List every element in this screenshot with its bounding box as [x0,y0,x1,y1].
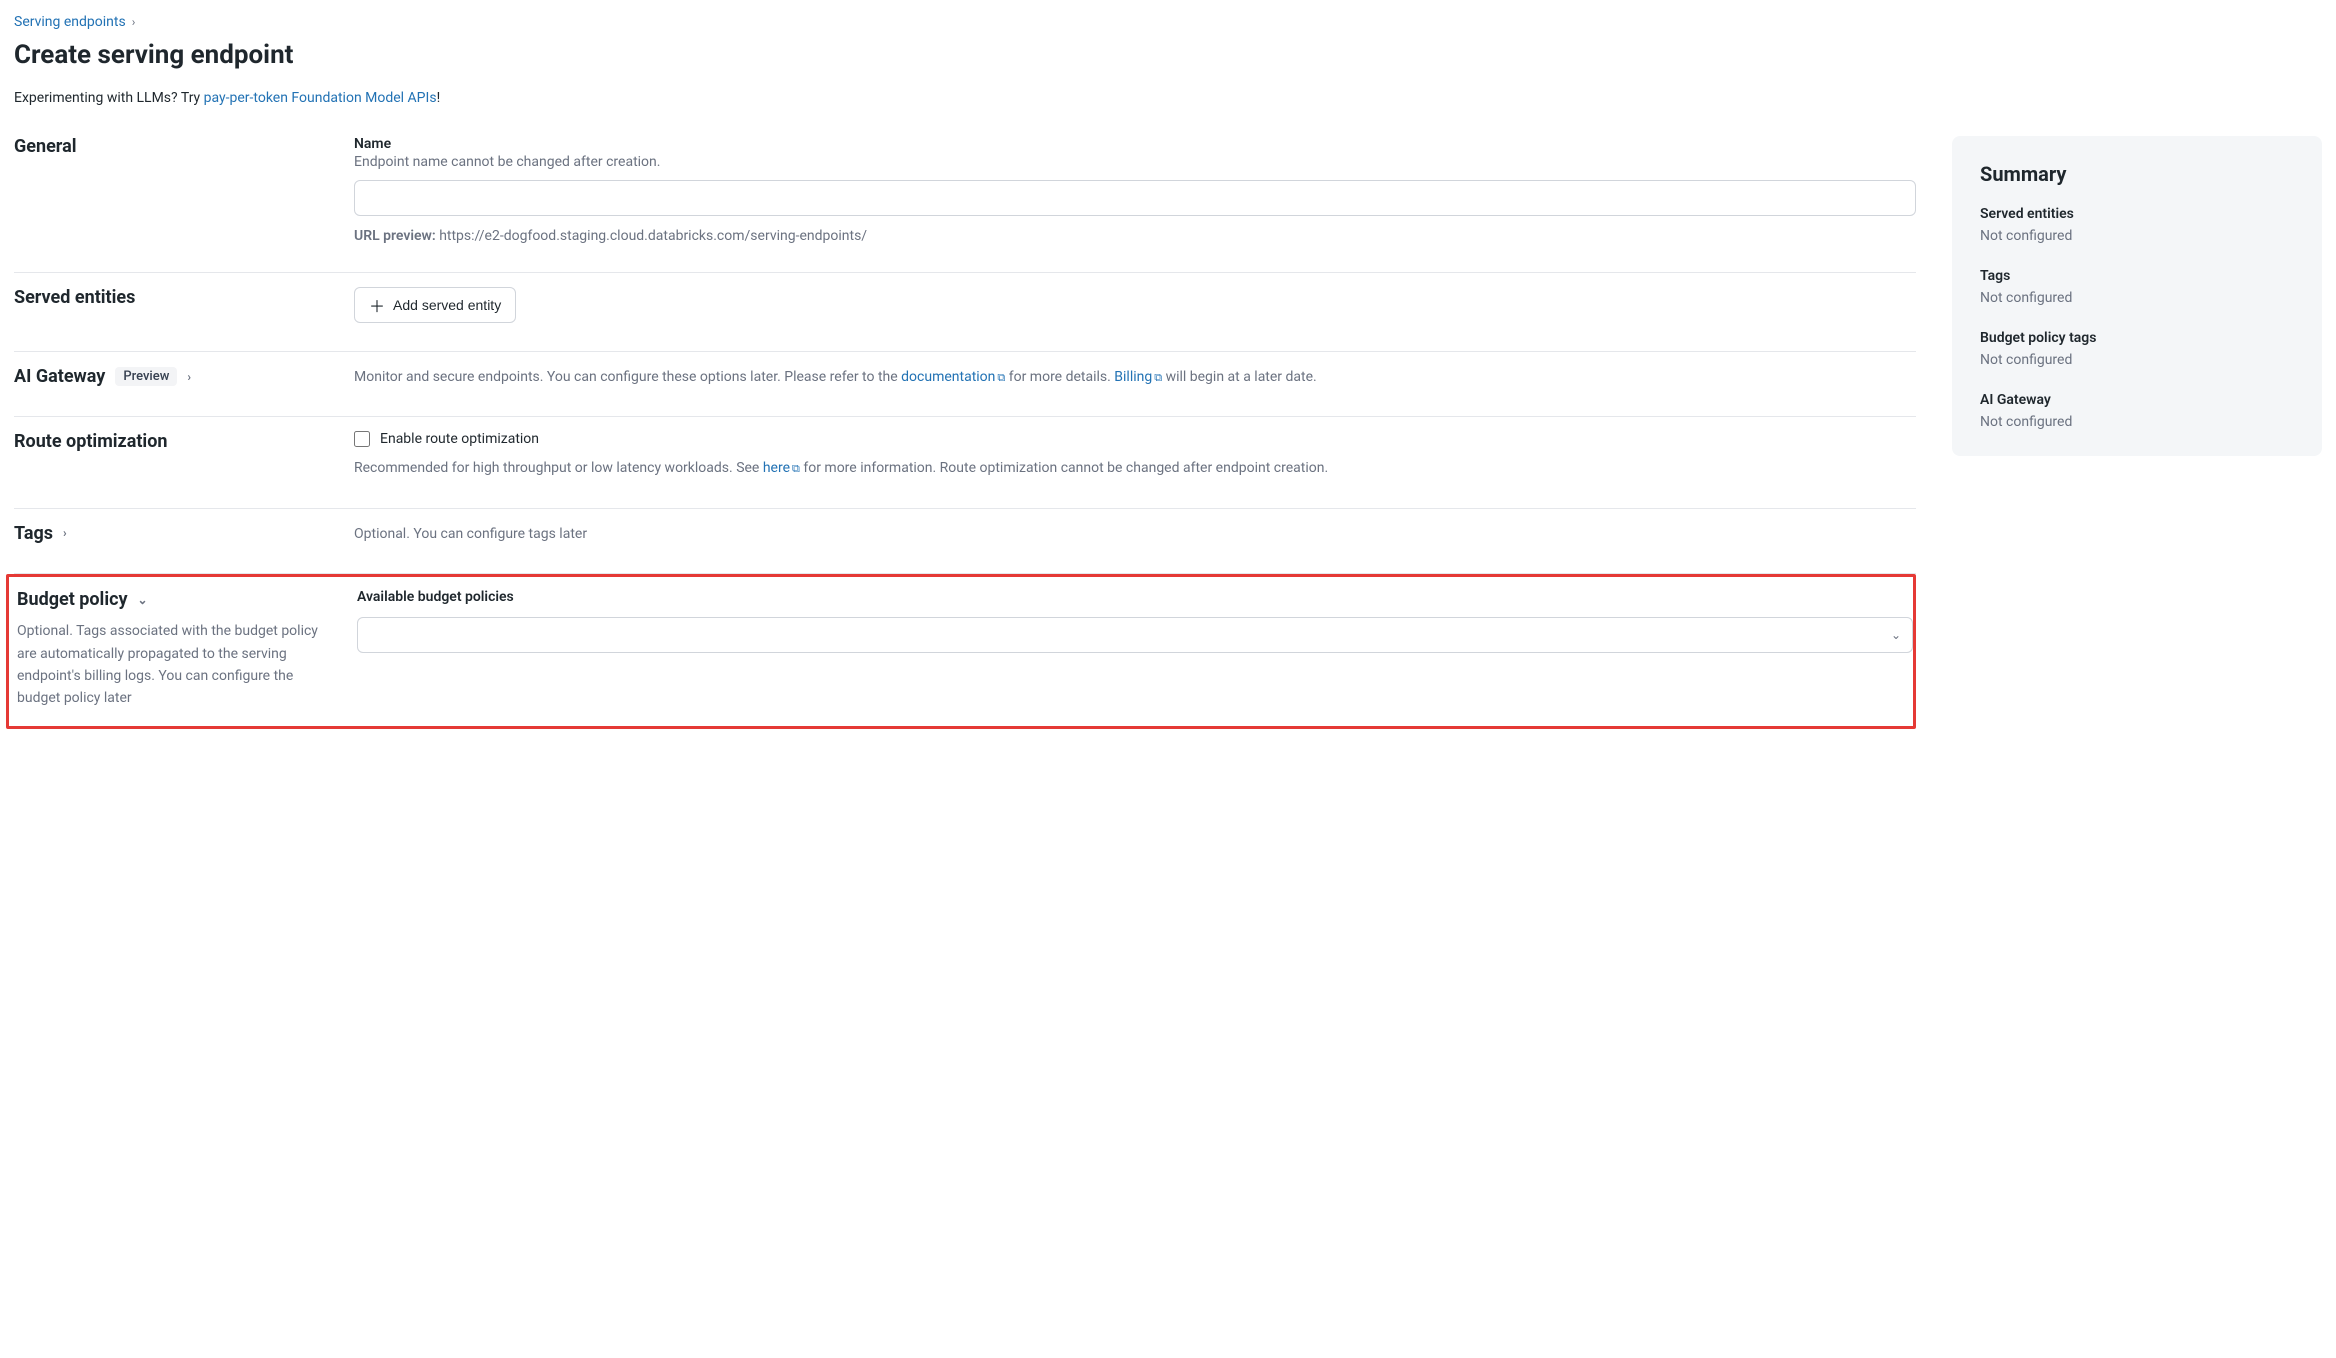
summary-item-budget-policy-tags: Budget policy tags Not configured [1980,330,2294,368]
chevron-down-icon[interactable]: ⌄ [138,593,148,607]
plus-icon: ＋ [369,293,385,317]
summary-panel: Summary Served entities Not configured T… [1952,136,2322,456]
section-tags: Tags › Optional. You can configure tags … [14,509,1916,574]
section-served-entities: Served entities ＋ Add served entity [14,273,1916,352]
enable-route-optimization-label[interactable]: Enable route optimization [380,431,539,447]
summary-item-ai-gateway: AI Gateway Not configured [1980,392,2294,430]
section-budget-policy: Budget policy ⌄ Optional. Tags associate… [17,589,1913,714]
external-link-icon: ⧉ [792,462,800,475]
budget-policy-highlight: Budget policy ⌄ Optional. Tags associate… [6,574,1916,729]
enable-route-optimization-checkbox[interactable] [354,431,370,447]
tags-heading: Tags › [14,523,354,544]
budget-policy-heading: Budget policy ⌄ [17,589,357,610]
tags-description: Optional. You can configure tags later [354,523,1916,545]
route-opt-here-link[interactable]: here⧉ [763,460,800,476]
route-optimization-description: Recommended for high throughput or low l… [354,457,1916,479]
billing-link[interactable]: Billing⧉ [1114,369,1162,385]
ai-gateway-description: Monitor and secure endpoints. You can co… [354,366,1916,388]
documentation-link[interactable]: documentation⧉ [901,369,1005,385]
section-route-optimization: Route optimization Enable route optimiza… [14,417,1916,508]
add-served-entity-button[interactable]: ＋ Add served entity [354,287,516,323]
served-entities-heading: Served entities [14,287,354,308]
chevron-right-icon[interactable]: › [63,526,67,540]
ai-gateway-heading: AI Gateway Preview › [14,366,354,387]
route-optimization-heading: Route optimization [14,431,354,452]
general-heading: General [14,136,354,157]
page-title: Create serving endpoint [14,40,2322,70]
summary-item-tags: Tags Not configured [1980,268,2294,306]
preview-badge: Preview [115,367,177,386]
subtitle: Experimenting with LLMs? Try pay-per-tok… [14,90,2322,106]
name-hint: Endpoint name cannot be changed after cr… [354,154,1916,170]
available-budget-policies-label: Available budget policies [357,589,1913,605]
section-general: General Name Endpoint name cannot be cha… [14,136,1916,273]
name-input[interactable] [354,180,1916,216]
summary-item-served-entities: Served entities Not configured [1980,206,2294,244]
budget-policy-description: Optional. Tags associated with the budge… [17,620,357,710]
name-label: Name [354,136,1916,152]
foundation-model-link[interactable]: pay-per-token Foundation Model APIs [204,90,437,106]
url-preview: URL preview: https://e2-dogfood.staging.… [354,228,1916,244]
external-link-icon: ⧉ [1154,371,1162,384]
breadcrumb-parent-link[interactable]: Serving endpoints [14,14,126,30]
chevron-right-icon: › [132,15,136,29]
breadcrumb: Serving endpoints › [14,14,2322,30]
section-ai-gateway: AI Gateway Preview › Monitor and secure … [14,352,1916,417]
budget-policy-select[interactable] [357,617,1913,653]
summary-heading: Summary [1980,162,2294,186]
chevron-right-icon[interactable]: › [187,370,191,384]
